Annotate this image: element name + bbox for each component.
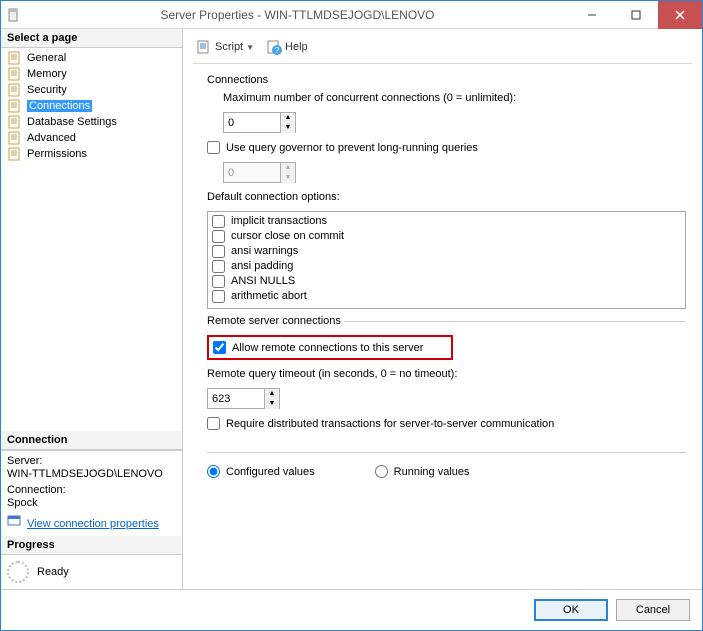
remote-connections-group: Remote server connections Allow remote c… (207, 315, 686, 442)
minimize-button[interactable] (570, 1, 614, 29)
governor-value-spinner: ▲▼ (223, 162, 296, 183)
progress-block: Ready (1, 555, 182, 589)
page-icon (7, 147, 23, 161)
page-item-advanced[interactable]: Advanced (1, 130, 182, 146)
require-distributed-checkbox[interactable] (207, 417, 220, 430)
page-icon (7, 83, 23, 97)
connections-group-label: Connections (207, 74, 686, 86)
page-list: General Memory Security Connections Database… (1, 48, 182, 164)
server-label: Server: (7, 455, 176, 467)
dialog-footer: OK Cancel (1, 589, 702, 629)
help-button[interactable]: ? Help (263, 37, 311, 57)
allow-remote-label: Allow remote connections to this server (232, 342, 423, 354)
spin-up-icon[interactable]: ▲ (265, 389, 279, 399)
close-button[interactable] (658, 1, 702, 29)
option-ansi-padding[interactable]: ansi padding (212, 259, 681, 274)
page-item-general[interactable]: General (1, 50, 182, 66)
page-icon (7, 51, 23, 65)
chevron-down-icon: ▼ (246, 43, 254, 52)
option-arithmetic-abort[interactable]: arithmetic abort (212, 289, 681, 304)
page-label: Permissions (27, 148, 87, 160)
script-label: Script (215, 41, 243, 53)
view-connection-properties-link[interactable]: View connection properties (27, 518, 159, 530)
toolbar: Script ▼ ? Help (193, 35, 692, 63)
help-label: Help (285, 41, 308, 53)
configured-values-radio[interactable]: Configured values (207, 465, 315, 478)
option-implicit-transactions[interactable]: implicit transactions (212, 214, 681, 229)
page-label: Connections (27, 100, 92, 112)
page-icon (7, 67, 23, 81)
max-connections-input[interactable] (224, 113, 280, 132)
spin-up-icon[interactable]: ▲ (281, 113, 295, 123)
toolbar-divider (193, 63, 692, 64)
page-icon (7, 131, 23, 145)
page-item-connections[interactable]: Connections (1, 98, 182, 114)
spin-down-icon[interactable]: ▼ (265, 399, 279, 409)
option-ansi-warnings[interactable]: ansi warnings (212, 244, 681, 259)
remote-connections-legend: Remote server connections (207, 315, 345, 327)
properties-icon (7, 513, 23, 530)
page-item-permissions[interactable]: Permissions (1, 146, 182, 162)
maximize-button[interactable] (614, 1, 658, 29)
window-title: Server Properties - WIN-TTLMDSEJOGD\LENO… (25, 8, 570, 22)
select-page-header: Select a page (1, 29, 182, 48)
spin-down-icon[interactable]: ▼ (281, 123, 295, 133)
progress-spinner-icon (7, 561, 29, 583)
progress-status: Ready (37, 566, 69, 578)
content-area: Connections Maximum number of concurrent… (193, 74, 692, 583)
query-governor-checkbox[interactable] (207, 141, 220, 154)
default-options-listbox[interactable]: implicit transactionscursor close on com… (207, 211, 686, 309)
ok-button[interactable]: OK (534, 599, 608, 621)
script-button[interactable]: Script ▼ (193, 37, 257, 57)
page-icon (7, 115, 23, 129)
page-label: Advanced (27, 132, 76, 144)
left-panel: Select a page General Memory Security Conne… (1, 29, 183, 589)
page-label: Database Settings (27, 116, 117, 128)
option-cursor-close-on-commit[interactable]: cursor close on commit (212, 229, 681, 244)
cancel-button[interactable]: Cancel (616, 599, 690, 621)
connection-label: Connection: (7, 484, 176, 496)
allow-remote-checkbox[interactable] (213, 341, 226, 354)
right-panel: Script ▼ ? Help Connections Maximum numb… (183, 29, 702, 589)
max-connections-label: Maximum number of concurrent connections… (223, 92, 686, 104)
option-ansi-nulls[interactable]: ANSI NULLS (212, 274, 681, 289)
remote-timeout-label: Remote query timeout (in seconds, 0 = no… (207, 368, 686, 380)
max-connections-spinner[interactable]: ▲▼ (223, 112, 296, 133)
query-governor-label: Use query governor to prevent long-runni… (226, 142, 478, 154)
page-icon (7, 99, 23, 113)
spin-down-icon: ▼ (281, 173, 295, 183)
titlebar: Server Properties - WIN-TTLMDSEJOGD\LENO… (1, 1, 702, 29)
page-item-database-settings[interactable]: Database Settings (1, 114, 182, 130)
connection-value: Spock (7, 497, 176, 509)
governor-value-input (224, 163, 280, 182)
require-distributed-label: Require distributed transactions for ser… (226, 418, 554, 430)
remote-timeout-input[interactable] (208, 389, 264, 408)
window-icon (1, 8, 25, 22)
svg-text:?: ? (275, 46, 280, 55)
remote-timeout-spinner[interactable]: ▲▼ (207, 388, 280, 409)
progress-header: Progress (1, 536, 182, 555)
spin-up-icon: ▲ (281, 163, 295, 173)
server-value: WIN-TTLMDSEJOGD\LENOVO (7, 468, 176, 480)
page-item-memory[interactable]: Memory (1, 66, 182, 82)
page-label: Memory (27, 68, 67, 80)
connection-info: Server: WIN-TTLMDSEJOGD\LENOVO Connectio… (1, 450, 182, 536)
connection-header: Connection (1, 431, 182, 450)
allow-remote-highlight: Allow remote connections to this server (207, 335, 453, 360)
running-values-radio[interactable]: Running values (375, 465, 470, 478)
page-item-security[interactable]: Security (1, 82, 182, 98)
default-options-label: Default connection options: (207, 191, 686, 203)
page-label: General (27, 52, 66, 64)
page-label: Security (27, 84, 67, 96)
